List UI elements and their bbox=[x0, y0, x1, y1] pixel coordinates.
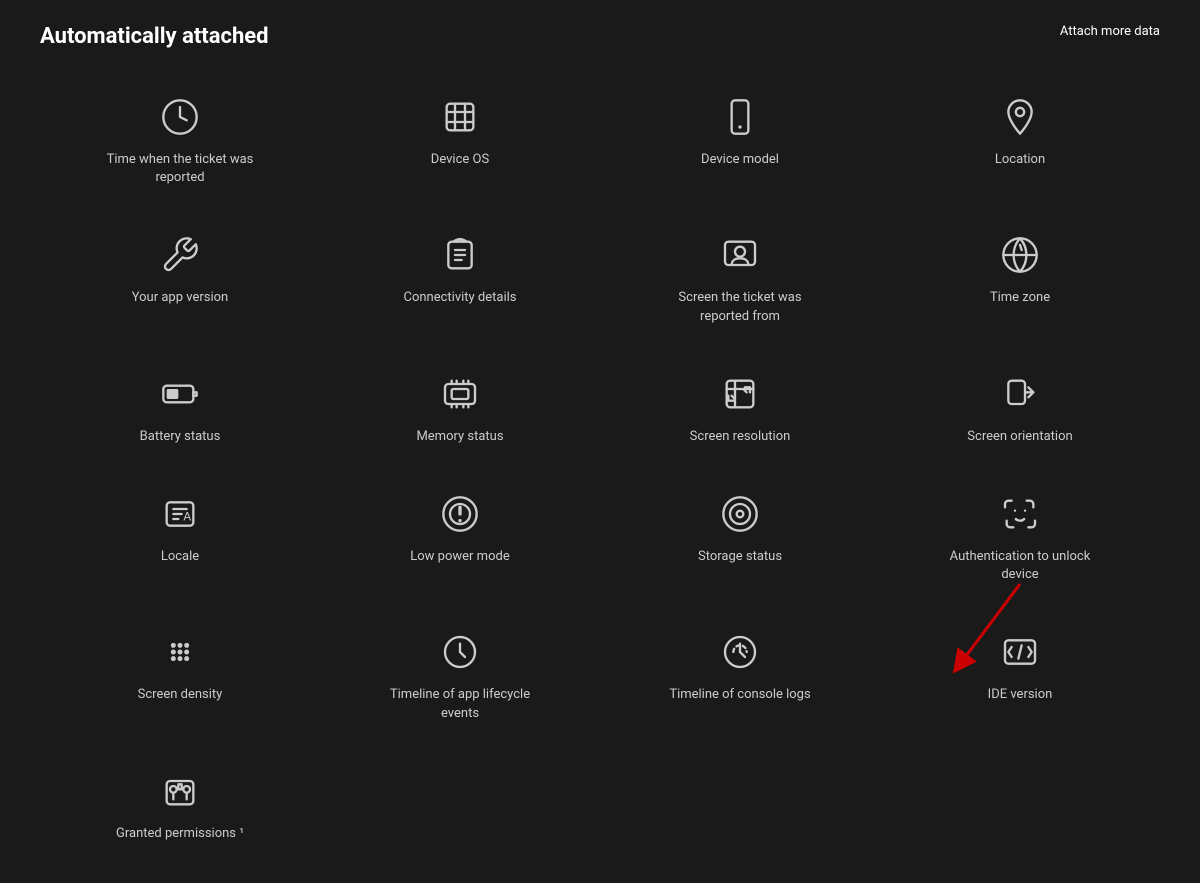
screen-rotate-icon bbox=[996, 370, 1044, 418]
item-label-device-os: Device OS bbox=[431, 151, 489, 169]
item-storage[interactable]: Storage status bbox=[600, 466, 880, 604]
item-app-version[interactable]: Your app version bbox=[40, 207, 320, 345]
wifi-icon bbox=[436, 231, 484, 279]
item-low-power[interactable]: Low power mode bbox=[320, 466, 600, 604]
item-device-os[interactable]: Device OS bbox=[320, 69, 600, 207]
item-label-permissions: Granted permissions ¹ bbox=[116, 825, 244, 843]
item-location[interactable]: Location bbox=[880, 69, 1160, 207]
item-device-model[interactable]: Device model bbox=[600, 69, 880, 207]
item-label-battery: Battery status bbox=[140, 428, 221, 446]
battery-icon bbox=[156, 370, 204, 418]
item-label-screen-density: Screen density bbox=[138, 686, 223, 704]
clock-icon bbox=[156, 93, 204, 141]
smartphone-icon bbox=[716, 93, 764, 141]
permissions-icon bbox=[156, 767, 204, 815]
storage-icon bbox=[716, 490, 764, 538]
memory-icon bbox=[436, 370, 484, 418]
item-label-screen-resolution: Screen resolution bbox=[690, 428, 791, 446]
hash-icon bbox=[436, 93, 484, 141]
page-title: Automatically attached bbox=[40, 24, 269, 49]
console-icon bbox=[716, 628, 764, 676]
item-label-low-power: Low power mode bbox=[410, 548, 509, 566]
item-screen-resolution[interactable]: Screen resolution bbox=[600, 346, 880, 466]
item-memory[interactable]: Memory status bbox=[320, 346, 600, 466]
ide-icon bbox=[996, 628, 1044, 676]
item-connectivity[interactable]: Connectivity details bbox=[320, 207, 600, 345]
low-power-icon bbox=[436, 490, 484, 538]
item-label-memory: Memory status bbox=[416, 428, 503, 446]
item-label-lifecycle: Timeline of app lifecycle events bbox=[380, 686, 540, 722]
item-label-app-version: Your app version bbox=[132, 289, 228, 307]
map-pin-icon bbox=[996, 93, 1044, 141]
item-console-logs[interactable]: Timeline of console logs bbox=[600, 604, 880, 742]
item-ide-version[interactable]: IDE version bbox=[880, 604, 1160, 742]
item-label-console-logs: Timeline of console logs bbox=[669, 686, 810, 704]
face-id-icon bbox=[996, 490, 1044, 538]
clock-globe-icon bbox=[996, 231, 1044, 279]
item-time-reported[interactable]: Time when the ticket was reported bbox=[40, 69, 320, 207]
item-screen-density[interactable]: Screen density bbox=[40, 604, 320, 742]
item-label-screen-from: Screen the ticket was reported from bbox=[660, 289, 820, 325]
screen-resize-icon bbox=[716, 370, 764, 418]
item-label-location: Location bbox=[995, 151, 1045, 169]
item-locale[interactable]: A Locale bbox=[40, 466, 320, 604]
item-lifecycle[interactable]: Timeline of app lifecycle events bbox=[320, 604, 600, 742]
item-label-time-reported: Time when the ticket was reported bbox=[100, 151, 260, 187]
wrench-icon bbox=[156, 231, 204, 279]
item-label-connectivity: Connectivity details bbox=[403, 289, 516, 307]
item-screen-orientation[interactable]: Screen orientation bbox=[880, 346, 1160, 466]
item-permissions[interactable]: Granted permissions ¹ bbox=[40, 743, 320, 863]
svg-text:A: A bbox=[183, 511, 191, 524]
item-auth-unlock[interactable]: Authentication to unlock device bbox=[880, 466, 1160, 604]
item-label-time-zone: Time zone bbox=[990, 289, 1050, 307]
item-label-locale: Locale bbox=[161, 548, 199, 566]
item-label-device-model: Device model bbox=[701, 151, 779, 169]
screen-user-icon bbox=[716, 231, 764, 279]
screen-density-icon bbox=[156, 628, 204, 676]
item-label-auth-unlock: Authentication to unlock device bbox=[940, 548, 1100, 584]
item-battery[interactable]: Battery status bbox=[40, 346, 320, 466]
item-label-screen-orientation: Screen orientation bbox=[967, 428, 1072, 446]
item-time-zone[interactable]: Time zone bbox=[880, 207, 1160, 345]
item-label-ide-version: IDE version bbox=[988, 686, 1053, 704]
locale-icon: A bbox=[156, 490, 204, 538]
lifecycle-icon bbox=[436, 628, 484, 676]
item-screen-from[interactable]: Screen the ticket was reported from bbox=[600, 207, 880, 345]
item-label-storage: Storage status bbox=[698, 548, 782, 566]
attach-more-link[interactable]: Attach more data bbox=[1060, 24, 1160, 39]
